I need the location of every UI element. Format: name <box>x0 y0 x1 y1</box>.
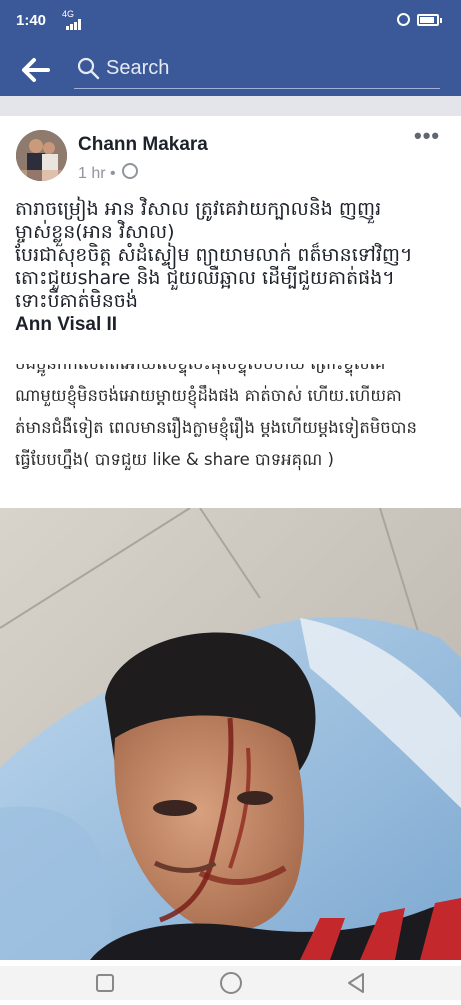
back-button[interactable] <box>20 54 54 86</box>
battery-icon <box>417 14 442 26</box>
post-text-line: បែរជាសុខចិត្ត សំដំស្ទៀម ព្យាយាមលាក់ ពត៏ម… <box>15 244 413 266</box>
post-text-line: តារាចម្រៀង អាន វិសាល ត្រូវគេវាយក្បាលនិង … <box>15 198 382 220</box>
home-button[interactable] <box>217 966 245 1000</box>
status-time: 1:40 <box>16 12 47 29</box>
screenshot-text-line: ណាមួយខ្ញុំមិនចង់អោយម្ដាយខ្ញុំដឹងផង គាត់ច… <box>15 386 402 405</box>
avatar-image <box>16 130 67 181</box>
screenshot-text-line: ត់មានជំងឺទៀត ពេលមានរឿងក្លាមខ្ញុំរឿង ម្ដង… <box>15 418 417 437</box>
recent-apps-icon <box>96 974 114 992</box>
screenshot-text-line: បងប្អូនកក់សេតតអោយលេខ្ទុចេះផុសខ្ទុសបហយ ព្… <box>15 364 455 380</box>
status-bar: 1:40 4G <box>0 0 461 44</box>
alarm-icon <box>397 13 410 26</box>
network-type: 4G <box>62 9 75 19</box>
feed-separator <box>0 96 461 116</box>
app-bar <box>0 44 461 96</box>
globe-icon <box>122 163 139 179</box>
signal-icon <box>62 19 81 30</box>
screenshot-text-line: ធ្វើបែបហ្នឹង( បាទជួយ like & share បាទអគុ… <box>15 450 334 469</box>
post-text-line: ទោះបីគាត់មិនចង់ <box>15 290 138 312</box>
recent-apps-button[interactable] <box>92 966 118 1000</box>
post-text: តារាចម្រៀង អាន វិសាល ត្រូវគេវាយក្បាលនិង … <box>15 198 447 336</box>
more-options-button[interactable]: ••• <box>414 125 442 150</box>
system-back-button[interactable] <box>343 966 369 1000</box>
arrow-left-icon <box>22 58 50 82</box>
post-text-line: តោះជួយshare និង ជួយឈឺឆ្អាល ដើម្បីជួយគាត់… <box>15 267 395 289</box>
post-meta: 1 hr • <box>78 162 139 183</box>
meta-separator: • <box>110 165 116 182</box>
back-triangle-icon <box>348 973 364 993</box>
embedded-screenshot-text: បងប្អូនកក់សេតតអោយលេខ្ទុចេះផុសខ្ទុសបហយ ព្… <box>15 364 455 492</box>
quoted-name: Ann Visal II <box>15 314 118 335</box>
avatar[interactable] <box>16 130 67 181</box>
post-photo[interactable] <box>0 508 461 960</box>
photo-image <box>0 508 461 960</box>
post-card: Chann Makara 1 hr • ••• តារាចម្រៀង អាន វ… <box>0 116 461 966</box>
post-author[interactable]: Chann Makara <box>78 134 208 156</box>
search-input[interactable] <box>106 54 426 82</box>
more-dots-icon: ••• <box>414 123 441 148</box>
home-icon <box>220 972 242 994</box>
post-time[interactable]: 1 hr <box>78 165 106 182</box>
system-nav-bar <box>0 966 461 1000</box>
post-text-line: ម្ចាស់ខ្លួន(អាន វិសាល) <box>15 221 175 243</box>
search-icon <box>77 57 100 80</box>
search-bar[interactable] <box>74 50 440 89</box>
